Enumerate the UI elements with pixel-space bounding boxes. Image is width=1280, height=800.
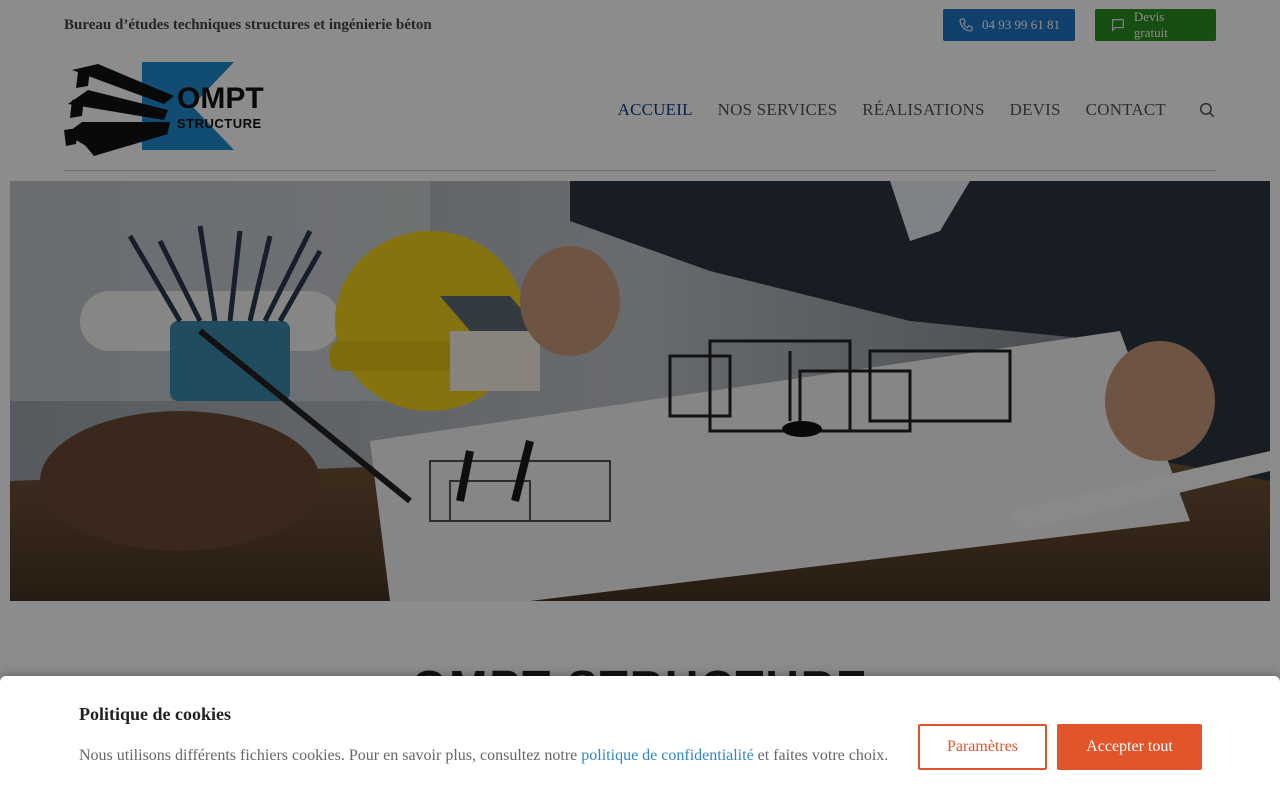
cookie-settings-button[interactable]: Paramètres bbox=[918, 724, 1047, 770]
page: Bureau d’études techniques structures et… bbox=[0, 0, 1280, 800]
cookie-text-after: et faites votre choix. bbox=[753, 747, 889, 764]
cookie-text: Nous utilisons différents fichiers cooki… bbox=[79, 747, 888, 765]
cookie-title: Politique de cookies bbox=[79, 704, 231, 724]
privacy-policy-link[interactable]: politique de confidentialité bbox=[581, 747, 753, 764]
accept-all-button[interactable]: Accepter tout bbox=[1057, 724, 1202, 770]
cookie-banner: Politique de cookies Nous utilisons diff… bbox=[0, 676, 1280, 800]
cookie-text-before: Nous utilisons différents fichiers cooki… bbox=[79, 747, 582, 764]
